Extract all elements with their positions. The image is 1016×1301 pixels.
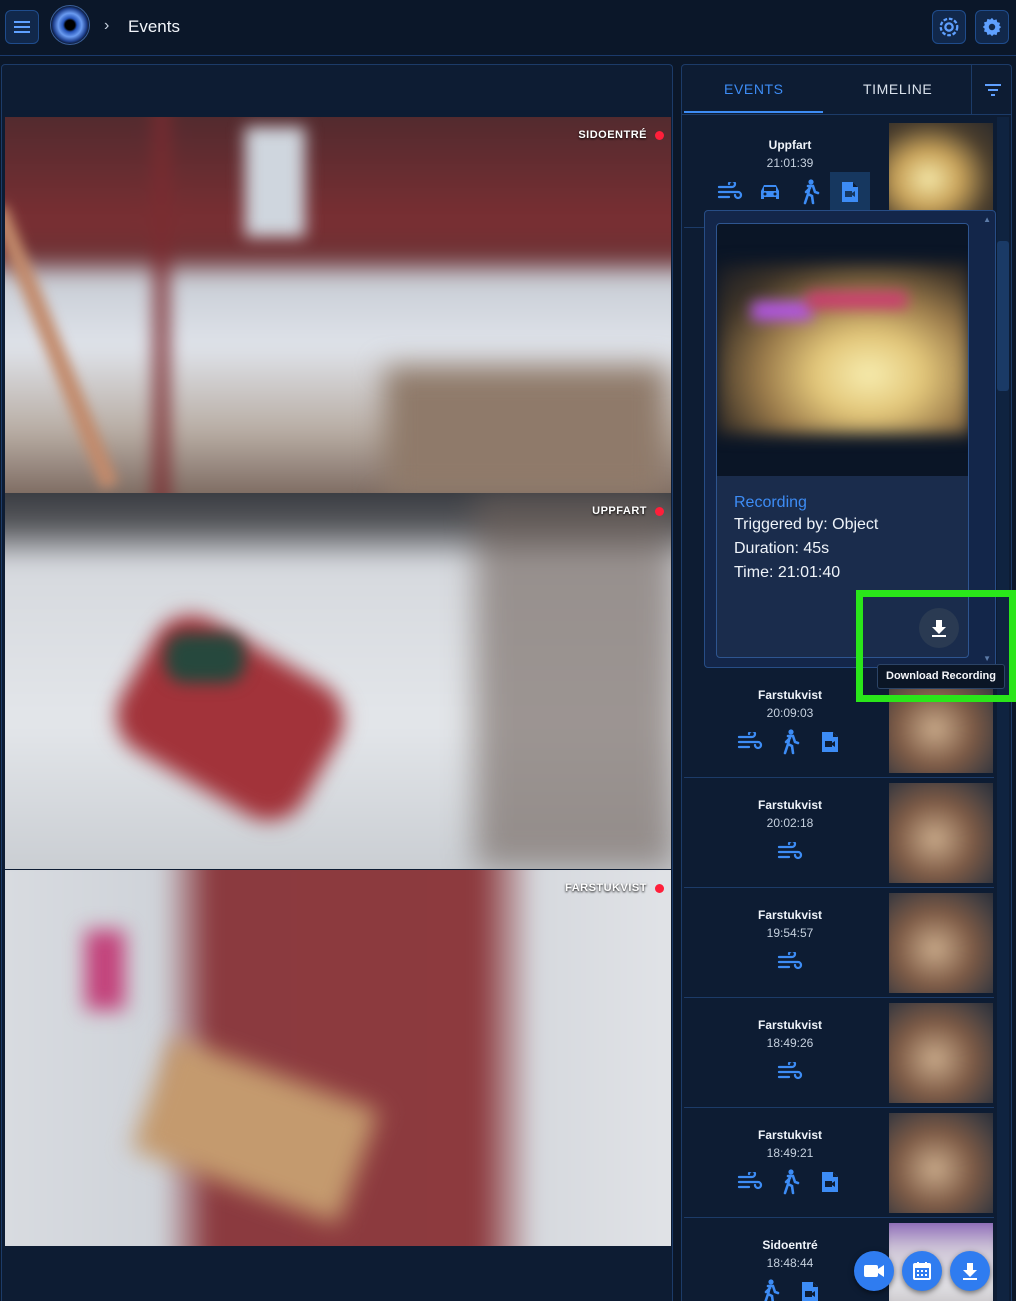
motion-icon[interactable]: [710, 172, 750, 212]
event-camera-name: Farstukvist: [757, 798, 823, 812]
recording-duration: Duration: 45s: [734, 540, 830, 557]
filter-icon: [984, 84, 1001, 96]
camera-label: UPPFART: [592, 505, 647, 517]
motion-icon[interactable]: [770, 942, 810, 982]
car-icon[interactable]: [750, 172, 790, 212]
motion-icon[interactable]: [770, 832, 810, 872]
download-fab-button[interactable]: [950, 1251, 990, 1291]
person-icon[interactable]: [790, 172, 830, 212]
event-item[interactable]: Sidoentré 18:48:44: [684, 1218, 994, 1301]
calendar-fab-button[interactable]: [902, 1251, 942, 1291]
calendar-icon: [913, 1262, 931, 1280]
live-indicator-dot: [655, 507, 664, 516]
motion-icon[interactable]: [730, 722, 770, 762]
event-camera-name: Uppfart: [768, 138, 812, 152]
logo[interactable]: [50, 5, 90, 45]
scrollbar-thumb[interactable]: [997, 241, 1009, 391]
event-time: 18:48:44: [766, 1256, 814, 1270]
event-item[interactable]: Farstukvist 20:02:18: [684, 778, 994, 888]
event-camera-name: Farstukvist: [757, 1128, 823, 1142]
recording-preview-detail: [752, 302, 812, 320]
recording-icon[interactable]: [790, 1272, 830, 1301]
event-time: 20:09:03: [766, 706, 814, 720]
tooltip: Download Recording: [877, 664, 1005, 689]
camera-view-sidoentre[interactable]: SIDOENTRÉ: [5, 117, 671, 493]
event-item[interactable]: Farstukvist 19:54:57: [684, 888, 994, 998]
event-thumbnail[interactable]: [889, 1113, 993, 1213]
event-time: 18:49:26: [766, 1036, 814, 1050]
event-camera-name: Farstukvist: [757, 688, 823, 702]
event-item[interactable]: Farstukvist 18:49:21: [684, 1108, 994, 1218]
event-type-icons: [704, 1052, 876, 1092]
recording-time: Time: 21:01:40: [734, 564, 841, 581]
event-item[interactable]: Farstukvist 18:49:26: [684, 998, 994, 1108]
person-icon[interactable]: [770, 722, 810, 762]
gear-icon: [982, 17, 1002, 37]
event-thumbnail[interactable]: [889, 123, 993, 223]
recording-preview-detail: [807, 292, 907, 308]
camera-feed-detail: [475, 493, 671, 869]
event-type-icons: [704, 1162, 876, 1202]
motion-icon[interactable]: [730, 1162, 770, 1202]
top-bar: › Events: [0, 0, 1016, 56]
menu-icon: [14, 21, 30, 33]
recording-preview-image: [717, 264, 968, 434]
person-icon[interactable]: [750, 1272, 790, 1301]
recording-trigger: Triggered by: Object: [734, 516, 879, 533]
event-thumbnail[interactable]: [889, 1003, 993, 1103]
recording-icon[interactable]: [830, 172, 870, 212]
event-camera-name: Farstukvist: [757, 1018, 823, 1032]
event-type-icons: [704, 832, 876, 872]
camera-feed-detail: [85, 930, 125, 1010]
page-title: Events: [128, 17, 180, 36]
camera-label: SIDOENTRÉ: [578, 129, 647, 141]
event-type-icons: [704, 172, 876, 212]
camera-feed-detail: [385, 367, 665, 493]
tab-bar: EVENTS TIMELINE: [682, 65, 1011, 115]
event-thumbnail[interactable]: [889, 783, 993, 883]
active-tab-indicator: [684, 111, 823, 113]
event-camera-name: Farstukvist: [757, 908, 823, 922]
event-time: 21:01:39: [766, 156, 814, 170]
recording-icon[interactable]: [810, 722, 850, 762]
camera-view-uppfart[interactable]: UPPFART: [5, 493, 671, 869]
event-camera-name: Sidoentré: [762, 1238, 818, 1252]
person-icon[interactable]: [770, 1162, 810, 1202]
download-icon: [963, 1263, 977, 1280]
recording-preview[interactable]: [717, 224, 968, 476]
filter-button[interactable]: [971, 65, 1011, 115]
event-time: 19:54:57: [766, 926, 814, 940]
event-type-icons: [704, 942, 876, 982]
camera-settings-icon: [939, 17, 959, 37]
live-indicator-dot: [655, 884, 664, 893]
event-time: 18:49:21: [766, 1146, 814, 1160]
video-camera-icon: [864, 1265, 884, 1277]
event-type-icons: [704, 1272, 876, 1301]
camera-settings-button[interactable]: [932, 10, 966, 44]
camera-label: FARSTUKVIST: [565, 882, 647, 894]
camera-grid: SIDOENTRÉ UPPFART FARSTUKVIST: [1, 64, 673, 1301]
chevron-right-icon: ›: [104, 17, 110, 34]
tab-events[interactable]: EVENTS: [724, 81, 784, 97]
scroll-up-icon[interactable]: ▲: [983, 215, 991, 224]
camera-feed-detail: [245, 127, 305, 237]
event-time: 20:02:18: [766, 816, 814, 830]
settings-button[interactable]: [975, 10, 1009, 44]
recording-icon[interactable]: [810, 1162, 850, 1202]
event-type-icons: [704, 722, 876, 762]
motion-icon[interactable]: [770, 1052, 810, 1092]
camera-feed-detail: [165, 633, 245, 683]
menu-button[interactable]: [5, 10, 39, 44]
camera-fab-button[interactable]: [854, 1251, 894, 1291]
live-indicator-dot: [655, 131, 664, 140]
tab-timeline[interactable]: TIMELINE: [863, 81, 932, 97]
camera-view-farstukvist[interactable]: FARSTUKVIST: [5, 870, 671, 1246]
recording-title: Recording: [734, 494, 807, 511]
event-thumbnail[interactable]: [889, 893, 993, 993]
